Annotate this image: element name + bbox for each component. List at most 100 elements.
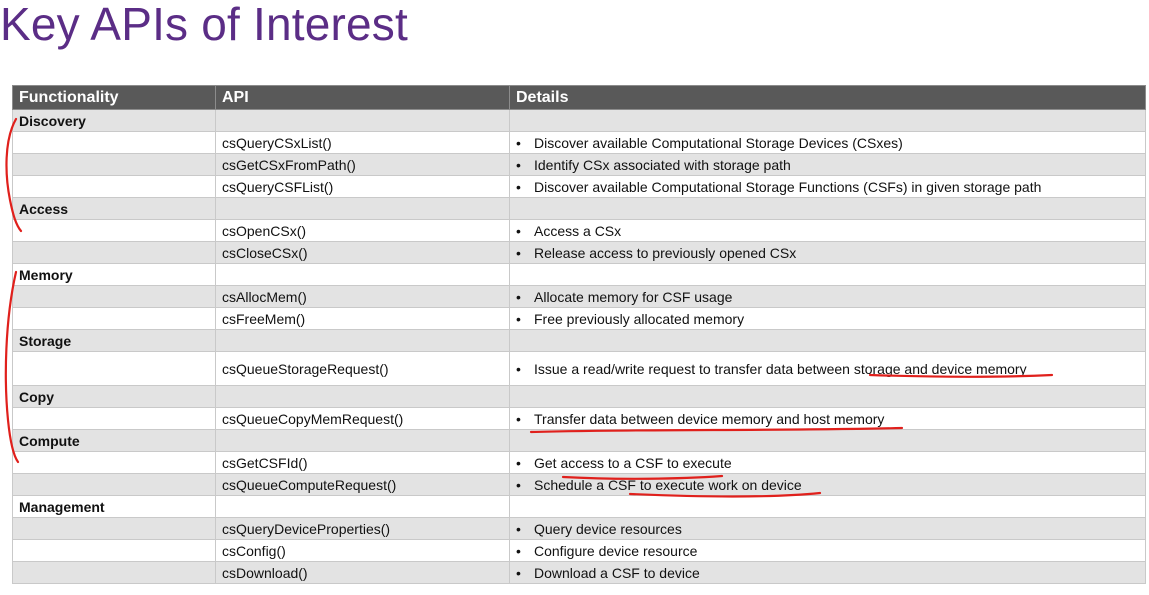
table-row: csQueryDeviceProperties() • Query device r… bbox=[12, 517, 1146, 540]
functionality-cell bbox=[12, 307, 216, 330]
details-cell bbox=[509, 263, 1146, 286]
detail-text: Schedule a CSF to execute work on device bbox=[534, 476, 802, 493]
api-cell: csGetCSFId() bbox=[215, 451, 510, 474]
details-cell bbox=[509, 495, 1146, 518]
api-cell: csGetCSxFromPath() bbox=[215, 153, 510, 176]
slide-title: Key APIs of Interest bbox=[0, 0, 408, 50]
header-details: Details bbox=[509, 85, 1146, 110]
api-cell bbox=[215, 197, 510, 220]
api-cell bbox=[215, 495, 510, 518]
table-row: csDownload() • Download a CSF to device bbox=[12, 561, 1146, 584]
functionality-cell bbox=[12, 131, 216, 154]
functionality-cell bbox=[12, 539, 216, 562]
table-row: csOpenCSx() • Access a CSx bbox=[12, 219, 1146, 242]
details-cell: • Discover available Computational Storag… bbox=[509, 175, 1146, 198]
detail-text: Discover available Computational Storage… bbox=[534, 134, 903, 151]
category-row: Memory bbox=[12, 263, 1146, 286]
details-cell: • Configure device resource bbox=[509, 539, 1146, 562]
details-cell: • Identify CSx associated with storage pa… bbox=[509, 153, 1146, 176]
api-cell: csConfig() bbox=[215, 539, 510, 562]
functionality-cell: Management bbox=[12, 495, 216, 518]
bullet-icon: • bbox=[516, 156, 521, 173]
details-cell bbox=[509, 385, 1146, 408]
bullet-icon: • bbox=[516, 244, 521, 261]
functionality-cell: Copy bbox=[12, 385, 216, 408]
bullet-icon: • bbox=[516, 288, 521, 305]
functionality-cell bbox=[12, 153, 216, 176]
details-cell: • Download a CSF to device bbox=[509, 561, 1146, 584]
table-row: csCloseCSx() • Release access to previousl… bbox=[12, 241, 1146, 264]
functionality-cell bbox=[12, 561, 216, 584]
details-cell: • Release access to previously opened CSx bbox=[509, 241, 1146, 264]
detail-text: Configure device resource bbox=[534, 542, 698, 559]
api-cell: csQueryDeviceProperties() bbox=[215, 517, 510, 540]
header-api: API bbox=[215, 85, 510, 110]
detail-text: Transfer data between device memory and … bbox=[534, 410, 885, 427]
functionality-cell bbox=[12, 407, 216, 430]
table-row: csGetCSxFromPath() • Identify CSx associat… bbox=[12, 153, 1146, 176]
table-row: csGetCSFId() • Get access to a CSF to exec… bbox=[12, 451, 1146, 474]
table-row: csConfig() • Configure device resource bbox=[12, 539, 1146, 562]
bullet-icon: • bbox=[516, 476, 521, 493]
bullet-icon: • bbox=[516, 310, 521, 327]
table-row: csQueueComputeRequest() • Schedule a CSF t… bbox=[12, 473, 1146, 496]
details-cell: • Schedule a CSF to execute work on devic… bbox=[509, 473, 1146, 496]
detail-text: Free previously allocated memory bbox=[534, 310, 745, 327]
details-cell bbox=[509, 329, 1146, 352]
api-cell: csQueueComputeRequest() bbox=[215, 473, 510, 496]
table-row: csQueryCSxList() • Discover available Comp… bbox=[12, 131, 1146, 154]
table-body: Discovery csQueryCSxList() • Discover avail… bbox=[12, 109, 1146, 584]
api-cell bbox=[215, 429, 510, 452]
functionality-cell bbox=[12, 517, 216, 540]
header-functionality: Functionality bbox=[12, 85, 216, 110]
details-cell bbox=[509, 429, 1146, 452]
details-cell: • Free previously allocated memory bbox=[509, 307, 1146, 330]
api-cell: csQueueStorageRequest() bbox=[215, 351, 510, 386]
functionality-cell bbox=[12, 175, 216, 198]
category-row: Copy bbox=[12, 385, 1146, 408]
detail-text: Query device resources bbox=[534, 520, 682, 537]
functionality-cell: Memory bbox=[12, 263, 216, 286]
api-cell bbox=[215, 329, 510, 352]
bullet-icon: • bbox=[516, 520, 521, 537]
category-row: Compute bbox=[12, 429, 1146, 452]
api-cell: csFreeMem() bbox=[215, 307, 510, 330]
table-row: csAllocMem() • Allocate memory for CSF usa… bbox=[12, 285, 1146, 308]
api-cell: csQueueCopyMemRequest() bbox=[215, 407, 510, 430]
bullet-icon: • bbox=[516, 360, 521, 377]
api-cell: csQueryCSFList() bbox=[215, 175, 510, 198]
category-row: Storage bbox=[12, 329, 1146, 352]
table-row: csQueueStorageRequest() • Issue a read/wri… bbox=[12, 351, 1146, 386]
api-cell bbox=[215, 263, 510, 286]
details-cell: • Transfer data between device memory and… bbox=[509, 407, 1146, 430]
functionality-cell: Storage bbox=[12, 329, 216, 352]
bullet-icon: • bbox=[516, 134, 521, 151]
bullet-icon: • bbox=[516, 222, 521, 239]
functionality-cell bbox=[12, 219, 216, 242]
api-cell: csDownload() bbox=[215, 561, 510, 584]
bullet-icon: • bbox=[516, 454, 521, 471]
functionality-cell: Access bbox=[12, 197, 216, 220]
detail-text: Discover available Computational Storage… bbox=[534, 178, 1042, 195]
detail-text: Issue a read/write request to transfer d… bbox=[534, 360, 1027, 377]
api-table: Functionality API Details Discovery csQue… bbox=[12, 85, 1146, 584]
bullet-icon: • bbox=[516, 178, 521, 195]
details-cell: • Access a CSx bbox=[509, 219, 1146, 242]
table-row: csQueryCSFList() • Discover available Comp… bbox=[12, 175, 1146, 198]
api-cell: csQueryCSxList() bbox=[215, 131, 510, 154]
functionality-cell bbox=[12, 473, 216, 496]
details-cell: • Get access to a CSF to execute bbox=[509, 451, 1146, 474]
api-cell: csOpenCSx() bbox=[215, 219, 510, 242]
api-cell bbox=[215, 385, 510, 408]
details-cell bbox=[509, 109, 1146, 132]
api-cell bbox=[215, 109, 510, 132]
detail-text: Download a CSF to device bbox=[534, 564, 700, 581]
detail-text: Get access to a CSF to execute bbox=[534, 454, 732, 471]
category-row: Discovery bbox=[12, 109, 1146, 132]
category-row: Access bbox=[12, 197, 1146, 220]
detail-text: Access a CSx bbox=[534, 222, 622, 239]
functionality-cell bbox=[12, 351, 216, 386]
functionality-cell bbox=[12, 241, 216, 264]
api-cell: csAllocMem() bbox=[215, 285, 510, 308]
bullet-icon: • bbox=[516, 410, 521, 427]
